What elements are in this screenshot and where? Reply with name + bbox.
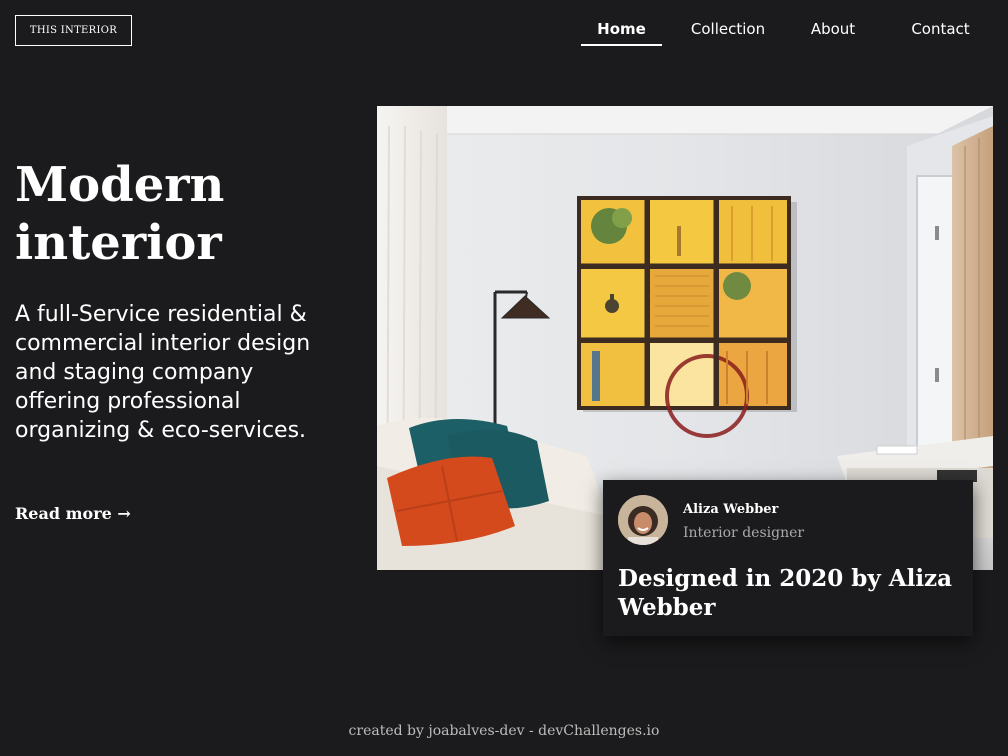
logo-text: THIS INTERIOR	[29, 25, 118, 36]
designer-card: Aliza Webber Interior designer Designed …	[603, 480, 973, 636]
hero-title: Modern interior	[15, 156, 335, 272]
nav-collection[interactable]: Collection	[678, 18, 778, 46]
card-title: Designed in 2020 by Aliza Webber	[618, 565, 953, 621]
page: THIS INTERIOR Home Collection About Cont…	[0, 0, 1008, 756]
footer-credit: created by joabalves-dev - devChallenges…	[348, 723, 660, 739]
author-role: Interior designer	[683, 525, 805, 541]
avatar	[618, 495, 668, 545]
hero-title-line1: Modern	[15, 157, 225, 213]
author-name: Aliza Webber	[683, 502, 779, 517]
nav-contact[interactable]: Contact	[903, 18, 978, 46]
hero-title-line2: interior	[15, 215, 222, 271]
read-more-link[interactable]: Read more →	[15, 504, 131, 523]
avatar-image	[618, 495, 668, 545]
hero-description: A full-Service residential & commercial …	[15, 302, 311, 443]
nav-home[interactable]: Home	[581, 18, 662, 46]
logo[interactable]: THIS INTERIOR	[15, 15, 132, 46]
nav-about[interactable]: About	[803, 18, 863, 46]
